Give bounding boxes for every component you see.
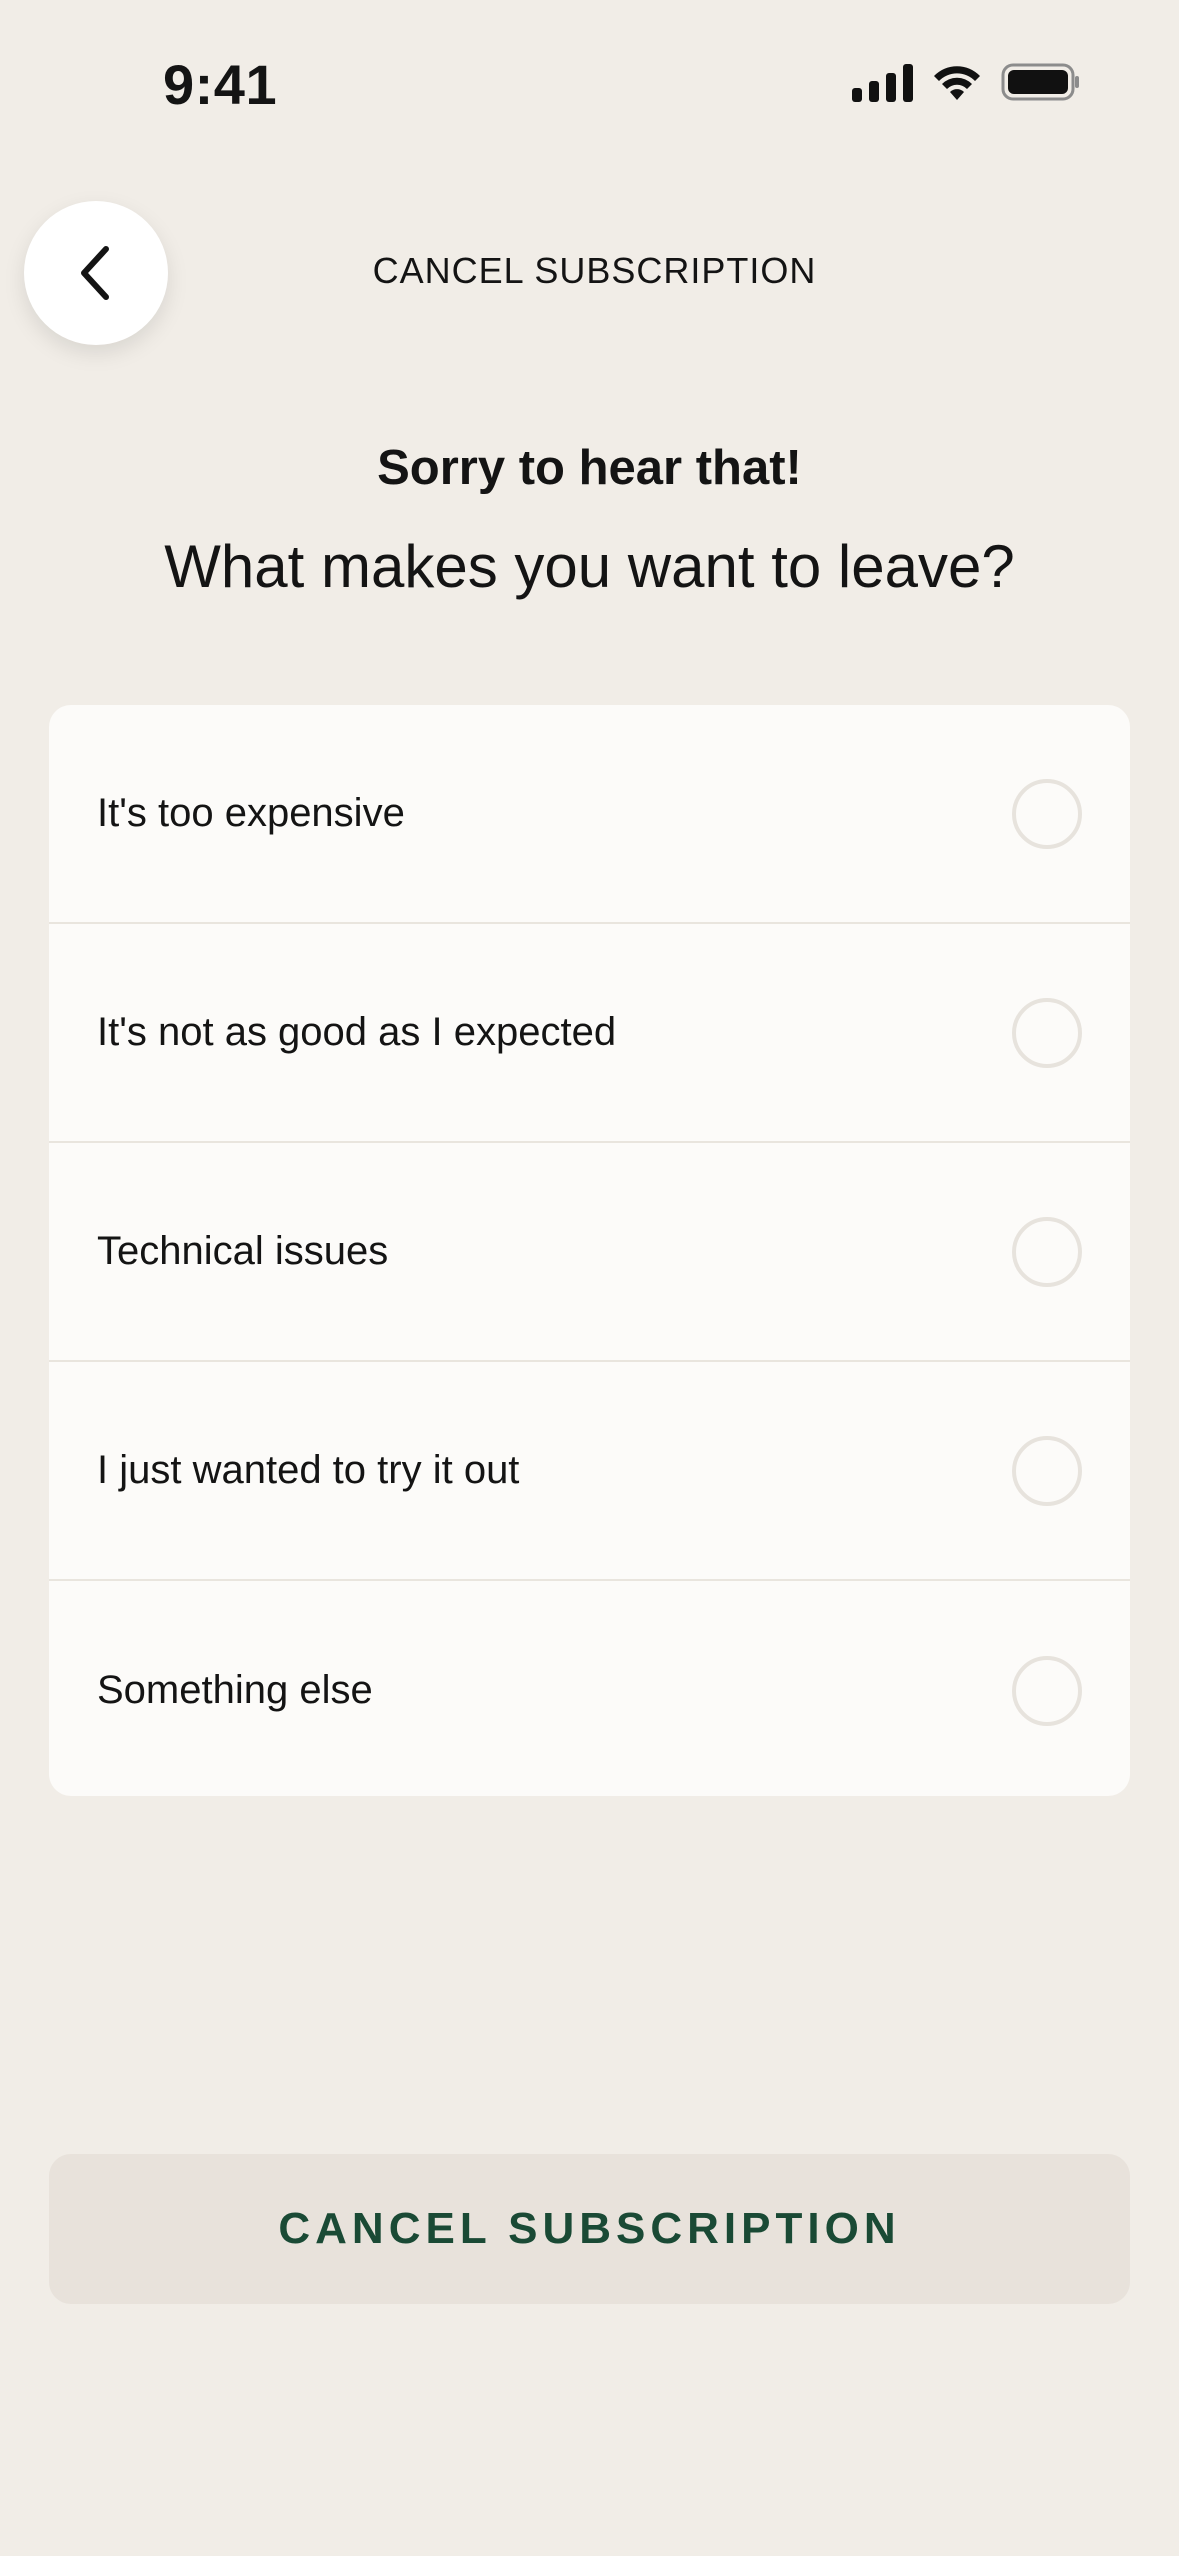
status-bar: 9:41 xyxy=(0,0,1179,150)
reason-options-list: It's too expensive It's not as good as I… xyxy=(49,705,1130,1796)
status-icons xyxy=(852,62,1081,102)
status-time: 9:41 xyxy=(163,53,278,116)
radio-button[interactable] xyxy=(1012,1655,1082,1726)
radio-button[interactable] xyxy=(1012,778,1082,849)
option-too-expensive[interactable]: It's too expensive xyxy=(49,705,1130,924)
wifi-icon xyxy=(934,66,980,100)
radio-button[interactable] xyxy=(1012,1435,1082,1506)
cancel-subscription-button[interactable]: CANCEL SUBSCRIPTION xyxy=(49,2154,1130,2304)
subtitle: Sorry to hear that! xyxy=(377,441,802,495)
option-technical-issues[interactable]: Technical issues xyxy=(49,1143,1130,1362)
option-label: I just wanted to try it out xyxy=(97,1448,520,1492)
option-label: It's too expensive xyxy=(97,791,405,835)
page-title: CANCEL SUBSCRIPTION xyxy=(372,250,817,291)
cancel-subscription-button-label: CANCEL SUBSCRIPTION xyxy=(278,2204,901,2253)
cancel-subscription-screen: 9:41 CANCEL SUBSCRIPTION Sorry to hear t… xyxy=(0,0,1179,2556)
option-try-it-out[interactable]: I just wanted to try it out xyxy=(49,1362,1130,1581)
option-label: Technical issues xyxy=(97,1229,389,1273)
option-label: It's not as good as I expected xyxy=(97,1010,617,1054)
cellular-signal-icon xyxy=(852,62,913,102)
battery-icon xyxy=(1001,63,1079,101)
radio-button[interactable] xyxy=(1012,997,1082,1068)
radio-button[interactable] xyxy=(1012,1216,1082,1287)
option-something-else[interactable]: Something else xyxy=(49,1581,1130,1796)
question-heading: What makes you want to leave? xyxy=(164,533,1015,600)
option-not-as-good[interactable]: It's not as good as I expected xyxy=(49,924,1130,1143)
option-label: Something else xyxy=(97,1668,373,1712)
